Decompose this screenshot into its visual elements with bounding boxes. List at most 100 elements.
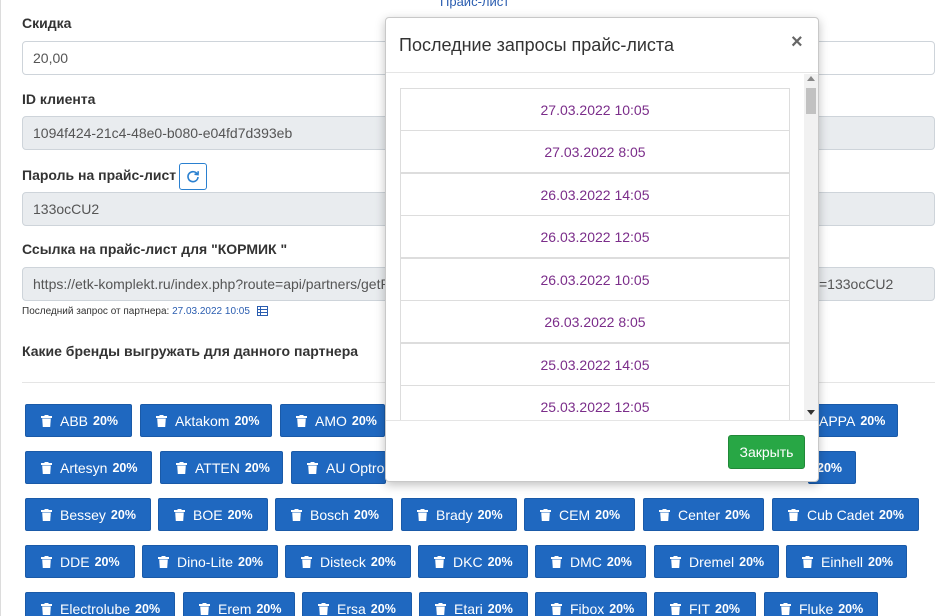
brand-button[interactable]: Disteck 20% [285, 545, 411, 578]
brand-button[interactable]: Bosch 20% [275, 498, 393, 531]
brand-name: ATTEN [195, 459, 240, 476]
request-row: 26.03.2022 10:05 [400, 258, 790, 301]
trash-icon [41, 508, 52, 521]
brand-name: Artesyn [60, 459, 108, 476]
brand-percent: 20% [838, 601, 864, 616]
brand-name: Fluke [799, 600, 834, 616]
brand-name: AMO [315, 412, 347, 429]
modal-scrollbar[interactable] [804, 74, 818, 421]
brand-name: Brady [436, 506, 473, 523]
top-link[interactable]: Прайс-лист [440, 0, 509, 9]
trash-icon [41, 414, 52, 427]
trash-icon [551, 555, 562, 568]
brand-name: BOE [193, 506, 223, 523]
pricelist-link-value-right: =133ocCU2 [819, 276, 894, 292]
brand-name: DKC [453, 553, 483, 570]
brand-button[interactable]: CEM 20% [524, 498, 635, 531]
brand-button[interactable]: Ersa 20% [302, 592, 412, 616]
scroll-up-arrow-icon[interactable] [807, 76, 815, 81]
brand-name: Dremel [689, 553, 735, 570]
trash-icon [780, 602, 791, 615]
brand-button[interactable]: Erem 20% [183, 592, 295, 616]
brand-button[interactable]: Dremel 20% [654, 545, 779, 578]
brand-button[interactable]: Aktakom 20% [140, 404, 272, 437]
trash-icon [158, 555, 169, 568]
brand-percent: 20% [256, 601, 282, 616]
list-icon[interactable] [256, 306, 268, 317]
modal-body: 27.03.2022 10:05 27.03.2022 8:05 26.03.2… [386, 74, 818, 421]
client-id-label: ID клиента [22, 91, 96, 107]
brand-name: Center [678, 506, 721, 523]
trash-icon [41, 461, 52, 474]
brand-button[interactable]: AU Optro [291, 451, 386, 484]
brand-button[interactable]: Bessey 20% [25, 498, 151, 531]
modal-footer: Закрыть [386, 420, 818, 482]
brands-label: Какие бренды выгружать для данного партн… [22, 343, 359, 359]
trash-icon [435, 602, 446, 615]
brand-button[interactable]: ATTEN 20% [160, 451, 283, 484]
brand-button[interactable]: Fibox 20% [535, 592, 647, 616]
brand-name: ABB [60, 412, 89, 429]
brand-percent: 20% [739, 554, 765, 569]
brand-button[interactable]: Dino-Lite 20% [142, 545, 278, 578]
brand-button[interactable]: DDE 20% [25, 545, 135, 578]
brand-percent: 20% [135, 601, 161, 616]
brand-percent: 20% [244, 460, 270, 475]
brand-percent: 20% [595, 507, 621, 522]
modal-close-icon[interactable]: × [791, 31, 803, 54]
request-row: 27.03.2022 8:05 [400, 130, 790, 173]
brand-button[interactable]: DMC 20% [535, 545, 646, 578]
last-request-date[interactable]: 27.03.2022 10:05 [172, 306, 250, 317]
request-row: 25.03.2022 14:05 [400, 343, 790, 386]
brand-button[interactable]: FIT 20% [654, 592, 756, 616]
requests-modal: Последние запросы прайс-листа × 27.03.20… [385, 17, 819, 482]
brand-button[interactable]: DKC 20% [418, 545, 528, 578]
trash-icon [156, 414, 167, 427]
scroll-down-arrow-icon[interactable] [807, 410, 815, 415]
trash-icon [802, 555, 813, 568]
brand-name: DMC [570, 553, 602, 570]
brand-name: FIT [689, 600, 710, 616]
brand-name: Etari [454, 600, 483, 616]
trash-icon [788, 508, 799, 521]
brand-button[interactable]: Einhell 20% [786, 545, 907, 578]
brand-button[interactable]: Fluke 20% [764, 592, 878, 616]
scrollbar-thumb[interactable] [806, 88, 816, 114]
brand-percent: 20% [94, 554, 120, 569]
request-row: 26.03.2022 12:05 [400, 215, 790, 258]
brand-button[interactable]: Artesyn 20% [25, 451, 152, 484]
brand-percent: 20% [370, 601, 396, 616]
trash-icon [41, 602, 52, 615]
brand-name: CEM [559, 506, 591, 523]
trash-icon [296, 414, 307, 427]
brand-percent: 20% [860, 413, 886, 428]
close-button[interactable]: Закрыть [728, 435, 805, 469]
brand-percent: 20% [110, 507, 136, 522]
brand-button[interactable]: Center 20% [643, 498, 764, 531]
brand-percent: 20% [351, 413, 377, 428]
brand-name: Fibox [570, 600, 605, 616]
brand-button[interactable]: BOE 20% [158, 498, 268, 531]
brand-name: Bosch [310, 506, 349, 523]
pricelist-link-label: Ссылка на прайс-лист для "КОРМИК " [22, 241, 288, 257]
refresh-password-button[interactable] [179, 163, 207, 190]
discount-label: Скидка [22, 15, 72, 31]
brand-percent: 20% [606, 554, 632, 569]
trash-icon [291, 508, 302, 521]
trash-icon [307, 461, 318, 474]
brand-button[interactable]: APPA 20% [808, 404, 898, 437]
brand-button[interactable]: Brady 20% [401, 498, 517, 531]
trash-icon [301, 555, 312, 568]
brand-button[interactable]: AMO 20% [280, 404, 385, 437]
brand-percent: 20% [609, 601, 635, 616]
brand-button[interactable]: Electrolube 20% [25, 592, 175, 616]
request-row: 26.03.2022 8:05 [400, 300, 790, 343]
brand-button[interactable]: Etari 20% [419, 592, 528, 616]
brand-percent: 20% [868, 554, 894, 569]
brand-button[interactable]: ABB 20% [25, 404, 132, 437]
brand-button[interactable]: Cub Cadet 20% [772, 498, 919, 531]
pricelist-link-value-left: https://etk-komplekt.ru/index.php?route=… [33, 276, 390, 292]
brand-percent: 20% [487, 554, 513, 569]
request-row: 26.03.2022 14:05 [400, 173, 790, 216]
request-row: 25.03.2022 12:05 [400, 385, 790, 421]
